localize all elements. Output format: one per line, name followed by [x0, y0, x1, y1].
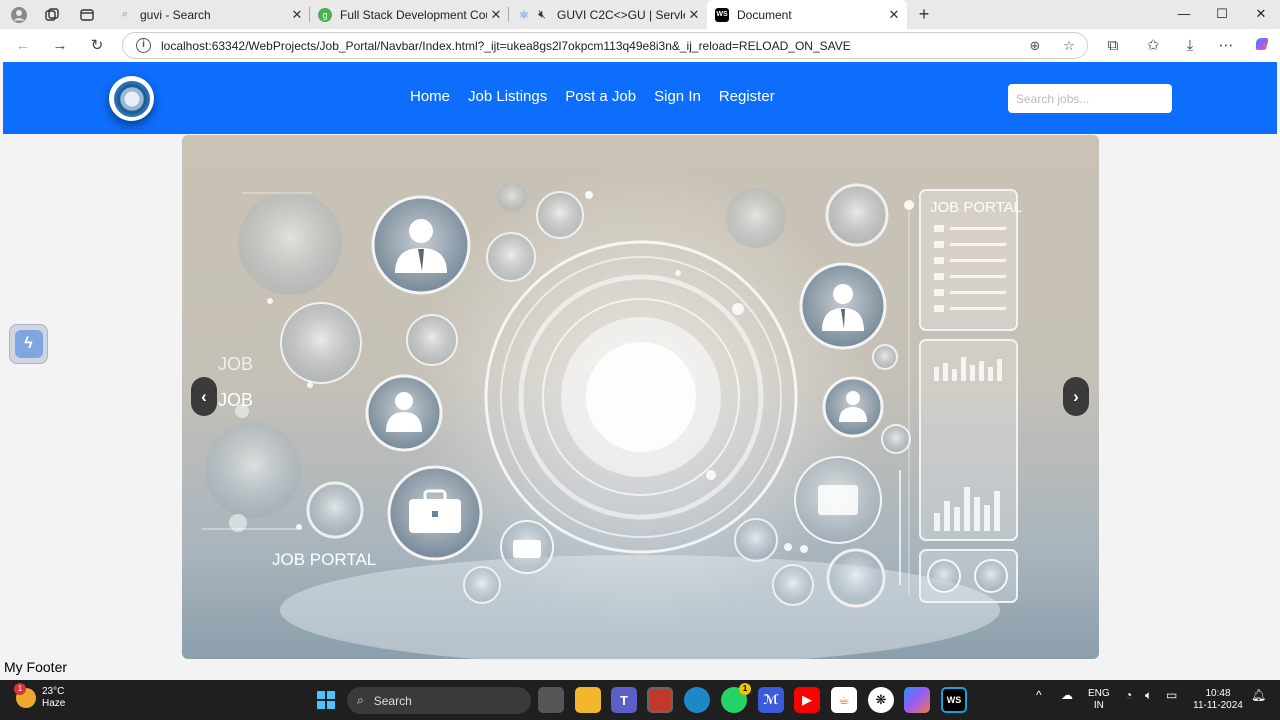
copilot-icon[interactable] — [904, 687, 930, 713]
copilot-icon[interactable] — [1251, 35, 1273, 57]
clock-time: 10:48 — [1205, 688, 1231, 699]
webstorm-icon: WS — [715, 7, 729, 22]
whatsapp-icon[interactable]: 1 — [721, 683, 751, 713]
lightning-icon: ϟ — [14, 330, 43, 358]
windows-start-icon[interactable] — [313, 687, 339, 713]
weather-temp: 23°C — [42, 686, 65, 697]
tab-title: Full Stack Development Course W — [340, 7, 487, 22]
notifications-bell-icon[interactable]: 🔔︎ — [1251, 688, 1266, 702]
language-indicator[interactable]: ENG IN — [1088, 688, 1110, 712]
weather-widget[interactable]: 1 23°C Haze — [14, 683, 66, 710]
clock-date: 11-11-2024 — [1193, 700, 1243, 711]
nav-links: Home Job Listings Post a Job Sign In Reg… — [410, 88, 775, 105]
search-icon: ⌕ — [357, 693, 364, 707]
workspaces-icon[interactable] — [42, 5, 62, 25]
muted-speaker-icon[interactable]: 🔇︎ — [535, 7, 549, 22]
floating-widget[interactable]: ϟ — [9, 324, 48, 364]
slide-text-job-top: JOB — [218, 354, 253, 374]
youtube-icon[interactable]: ▶ — [794, 687, 820, 713]
page-viewport: Home Job Listings Post a Job Sign In Reg… — [0, 62, 1280, 680]
more-menu-icon[interactable]: ⋯ — [1215, 35, 1237, 57]
nav-link-sign-in[interactable]: Sign In — [654, 88, 701, 105]
favorite-star-icon[interactable]: ☆ — [1060, 37, 1078, 55]
tab-title: guvi - Search — [140, 7, 211, 22]
maximize-icon[interactable]: ☐ — [1212, 6, 1232, 22]
address-url[interactable]: localhost:63342/WebProjects/Job_Portal/N… — [161, 39, 851, 53]
system-clock[interactable]: 10:48 11-11-2024 — [1190, 688, 1246, 712]
battery-icon[interactable]: ▭ — [1166, 688, 1177, 702]
lang-code: ENG — [1088, 688, 1110, 699]
zoom-icon[interactable]: ⊕ — [1026, 37, 1044, 55]
close-icon[interactable]: ✕ — [685, 7, 703, 23]
slide-text-job-bottom: JOB — [218, 390, 253, 410]
new-tab-button[interactable]: + — [914, 4, 934, 24]
tab-title: GUVI C2C<>GU | Servlet Ba — [557, 7, 685, 22]
nav-link-register[interactable]: Register — [719, 88, 775, 105]
microsoft-store-icon[interactable] — [647, 687, 673, 713]
onedrive-icon[interactable]: ☁ — [1061, 688, 1073, 702]
close-icon[interactable]: ✕ — [885, 7, 903, 23]
site-info-icon[interactable]: i — [136, 38, 151, 53]
tab-guvi-search[interactable]: ⌕ guvi - Search ✕ — [110, 0, 310, 29]
chatgpt-icon[interactable]: ❋ — [868, 687, 894, 713]
guvi-icon: g — [318, 7, 332, 22]
refresh-icon[interactable]: ↻ — [86, 35, 108, 57]
close-window-icon[interactable]: ✕ — [1251, 6, 1271, 22]
java-icon[interactable]: ☕ — [831, 687, 857, 713]
minimize-icon[interactable]: — — [1174, 6, 1194, 21]
nav-link-post-a-job[interactable]: Post a Job — [565, 88, 636, 105]
forward-arrow-icon[interactable]: → — [49, 35, 71, 57]
carousel: JOB PORTAL JOB PORTAL JOB JOB ‹ › — [182, 135, 1099, 659]
extensions-icon[interactable]: ⧉ — [1102, 35, 1124, 57]
slide-text-job-portal-top: JOB PORTAL — [930, 199, 1022, 216]
nav-link-home[interactable]: Home — [410, 88, 450, 105]
whatsapp-badge: 1 — [739, 683, 751, 695]
wifi-icon[interactable]: ◔ — [1125, 688, 1132, 702]
react-icon: ⚛ — [518, 7, 530, 22]
downloads-icon[interactable]: ⤓ — [1179, 35, 1201, 57]
nav-link-job-listings[interactable]: Job Listings — [468, 88, 547, 105]
windows-taskbar: 1 23°C Haze ⌕ Search T 1 ℳ ▶ ☕ ❋ WS ^ ☁ … — [0, 680, 1280, 720]
weather-sun-icon: 1 — [14, 683, 36, 708]
taskbar-search-label: Search — [373, 693, 412, 708]
carousel-next-button[interactable]: › — [1063, 377, 1089, 416]
page-footer: My Footer — [4, 659, 68, 675]
site-logo[interactable] — [109, 76, 154, 121]
task-view-icon[interactable] — [538, 687, 564, 713]
carousel-prev-button[interactable]: ‹ — [191, 377, 217, 416]
weather-condition: Haze — [42, 698, 66, 709]
close-icon[interactable]: ✕ — [487, 7, 505, 23]
address-bar[interactable]: i localhost:63342/WebProjects/Job_Portal… — [122, 32, 1088, 59]
search-icon: ⌕ — [121, 8, 129, 20]
tab-actions-icon[interactable] — [77, 5, 97, 25]
browser-toolbar: ← → ↻ i localhost:63342/WebProjects/Job_… — [0, 29, 1280, 62]
tab-document[interactable]: WS Document ✕ — [707, 0, 907, 29]
tab-title: Document — [737, 7, 792, 22]
back-arrow-icon[interactable]: ← — [12, 35, 34, 57]
power-automate-icon[interactable]: ℳ — [758, 687, 784, 713]
carousel-slide-image: JOB PORTAL JOB PORTAL JOB JOB — [182, 135, 1099, 659]
favorites-icon[interactable]: ✩ — [1142, 35, 1164, 57]
tray-chevron-icon[interactable]: ^ — [1036, 688, 1042, 702]
weather-badge: 1 — [14, 683, 26, 695]
profile-icon[interactable] — [9, 5, 29, 25]
close-icon[interactable]: ✕ — [288, 7, 306, 23]
teams-icon[interactable]: T — [611, 687, 637, 713]
volume-icon[interactable]: 🔈︎ — [1145, 688, 1152, 703]
edge-icon[interactable] — [684, 687, 710, 713]
tab-guvi-c2c[interactable]: ⚛ 🔇︎ GUVI C2C<>GU | Servlet Ba ✕ — [509, 0, 707, 29]
slide-text-job-portal-bottom: JOB PORTAL — [272, 550, 376, 569]
file-explorer-icon[interactable] — [575, 687, 601, 713]
job-search-input[interactable] — [1008, 84, 1172, 113]
webstorm-icon[interactable]: WS — [941, 687, 967, 713]
lang-region: IN — [1093, 700, 1104, 711]
tab-full-stack-course[interactable]: g Full Stack Development Course W ✕ — [310, 0, 509, 29]
navbar: Home Job Listings Post a Job Sign In Reg… — [3, 62, 1277, 134]
browser-tab-strip: ⌕ guvi - Search ✕ g Full Stack Developme… — [0, 0, 1280, 29]
taskbar-search[interactable]: ⌕ Search — [347, 687, 531, 714]
